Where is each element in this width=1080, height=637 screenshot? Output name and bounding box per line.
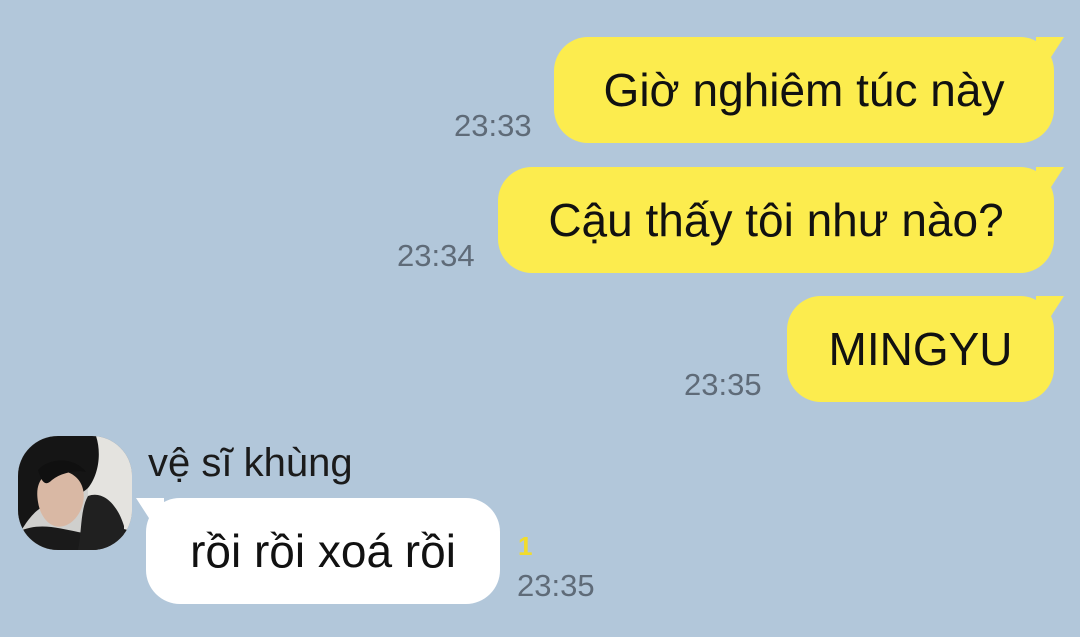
outgoing-message-bubble[interactable]: Cậu thấy tôi như nào? xyxy=(498,167,1064,273)
bubble-tail xyxy=(1036,167,1064,193)
bubble-tail xyxy=(136,498,164,524)
message-timestamp: 23:35 xyxy=(684,367,762,402)
message-text: MINGYU xyxy=(828,323,1013,375)
incoming-message-bubble[interactable]: rồi rồi xoá rồi xyxy=(136,498,500,604)
unread-count-badge: 1 xyxy=(518,531,533,561)
bubble-tail xyxy=(1036,37,1064,63)
message-text: rồi rồi xoá rồi xyxy=(190,525,456,577)
outgoing-message-bubble[interactable]: Giờ nghiêm túc này xyxy=(554,37,1064,143)
bubble-tail xyxy=(1036,296,1064,322)
outgoing-message-bubble[interactable]: MINGYU xyxy=(787,296,1064,402)
profile-photo-icon xyxy=(18,436,132,550)
message-text: Giờ nghiêm túc này xyxy=(603,64,1005,116)
avatar[interactable] xyxy=(18,436,132,550)
message-text: Cậu thấy tôi như nào? xyxy=(548,194,1004,246)
message-timestamp: 23:35 xyxy=(517,568,595,603)
sender-name: vệ sĩ khùng xyxy=(148,441,353,485)
message-timestamp: 23:34 xyxy=(397,238,475,273)
message-timestamp: 23:33 xyxy=(454,108,532,143)
chat-screen: { "chat": { "messages_out": [ {"text": "… xyxy=(0,0,1080,637)
